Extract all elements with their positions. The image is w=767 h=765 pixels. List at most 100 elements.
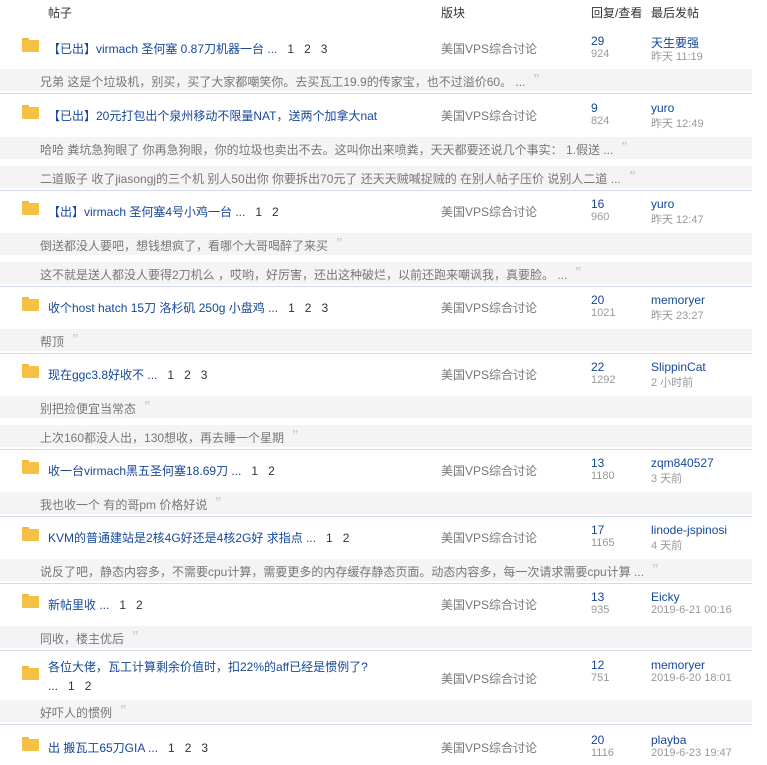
table-row: 【已出】virmach 圣何塞 0.87刀机器一台 ... 1 2 3 美国VPS综合讨…	[0, 34, 752, 64]
folder-icon	[22, 364, 39, 378]
quote-preview: 二道贩子 收了jiasongj的三个机 别人50出你 你要拆出70元了 还天天贼…	[0, 166, 752, 188]
page-link[interactable]: 2	[343, 531, 350, 545]
last-post-time[interactable]: 2019-6-20 18:01	[651, 672, 732, 684]
thread-title-link[interactable]: 【出】virmach 圣何塞4号小鸡一台 ...	[48, 205, 245, 219]
quote-text: 哈哈 粪坑急狗眼了 你再急狗眼，你的垃圾也卖出不去。这叫你出来喷粪，天天都要还说…	[40, 143, 614, 157]
page-link[interactable]: 3	[201, 741, 208, 755]
forum-name[interactable]: 美国VPS综合讨论	[441, 366, 537, 383]
page-link[interactable]: 2	[136, 598, 143, 612]
reply-count[interactable]: 22	[591, 360, 604, 374]
view-count: 1180	[591, 470, 615, 482]
table-row: 收一台virmach黑五圣何塞18.69刀 ... 1 2 美国VPS综合讨论 13 11…	[0, 456, 752, 486]
reply-count[interactable]: 29	[591, 34, 604, 48]
forum-name[interactable]: 美国VPS综合讨论	[441, 40, 537, 57]
page-link[interactable]: 2	[304, 42, 311, 56]
quote-close-icon: ”	[533, 71, 540, 86]
quote-close-icon: ”	[292, 427, 299, 442]
last-post-time[interactable]: 3 天前	[651, 470, 682, 486]
table-row: 新帖里收 ... 1 2 美国VPS综合讨论 13 935 Eicky 2019-6-21 0…	[0, 590, 752, 618]
quote-text: 帮顶	[40, 335, 65, 349]
last-post-time[interactable]: 2019-6-23 19:47	[651, 747, 732, 759]
quote-text: 说反了吧，静态内容多，不需要cpu计算，需要更多的内存缓存静态页面。动态内容多，…	[40, 565, 645, 579]
page-link[interactable]: 1	[287, 42, 294, 56]
last-poster[interactable]: memoryer	[651, 293, 705, 307]
row-divider	[0, 93, 752, 94]
quote-close-icon: ”	[144, 398, 151, 413]
folder-icon	[22, 201, 39, 215]
last-post-time[interactable]: 昨天 23:27	[651, 307, 704, 323]
reply-count[interactable]: 20	[591, 733, 604, 747]
page-link[interactable]: 2	[85, 679, 92, 693]
forum-name[interactable]: 美国VPS综合讨论	[441, 299, 537, 316]
page-link[interactable]: 1	[167, 368, 174, 382]
page-link[interactable]: 1	[255, 205, 262, 219]
last-poster[interactable]: SlippinCat	[651, 360, 706, 374]
page-link[interactable]: 2	[272, 205, 279, 219]
page-link[interactable]: 1	[326, 531, 333, 545]
page-link[interactable]: 1	[68, 679, 75, 693]
forum-name[interactable]: 美国VPS综合讨论	[441, 462, 537, 479]
quote-preview: 帮顶 ”	[0, 329, 752, 351]
forum-name[interactable]: 美国VPS综合讨论	[441, 107, 537, 124]
row-divider	[0, 516, 752, 517]
quote-close-icon: ”	[215, 494, 222, 509]
thread-title-link[interactable]: KVM的普通建站是2核4G好还是4核2G好 求指点 ...	[48, 531, 316, 545]
forum-name[interactable]: 美国VPS综合讨论	[441, 203, 537, 220]
row-divider	[0, 449, 752, 450]
thread-title-link[interactable]: 【已出】virmach 圣何塞 0.87刀机器一台 ...	[48, 42, 277, 56]
reply-count[interactable]: 16	[591, 197, 604, 211]
reply-count[interactable]: 12	[591, 658, 604, 672]
last-post-time[interactable]: 4 天前	[651, 537, 682, 553]
reply-count[interactable]: 9	[591, 101, 598, 115]
quote-text: 这不就是送人都没人要得2刀机么 ，哎哟，好厉害，还出这种破烂，以前还跑来嘲讽我，…	[40, 268, 568, 282]
thread-title-link[interactable]: 新帖里收 ...	[48, 598, 109, 612]
quote-preview: 同收，楼主优后 ”	[0, 626, 752, 648]
last-poster[interactable]: yuro	[651, 101, 674, 115]
thread-title-link[interactable]: 出 搬瓦工65刀GIA ...	[48, 741, 158, 755]
last-poster[interactable]: Eicky	[651, 590, 680, 604]
page-link[interactable]: 3	[201, 368, 208, 382]
last-poster[interactable]: playba	[651, 733, 686, 747]
page-link[interactable]: 2	[184, 368, 191, 382]
last-post-time[interactable]: 昨天 12:49	[651, 115, 704, 131]
last-post-time[interactable]: 2019-6-21 00:16	[651, 604, 732, 616]
last-poster[interactable]: linode-jspinosi	[651, 523, 727, 537]
view-count: 1165	[591, 537, 615, 549]
page-link[interactable]: 2	[305, 301, 312, 315]
last-post-time[interactable]: 昨天 12:47	[651, 211, 704, 227]
reply-count[interactable]: 20	[591, 293, 604, 307]
page-link[interactable]: 2	[268, 464, 275, 478]
folder-icon	[22, 460, 39, 474]
thread-title-link[interactable]: 收一台virmach黑五圣何塞18.69刀 ...	[48, 464, 241, 478]
forum-name[interactable]: 美国VPS综合讨论	[441, 596, 537, 613]
thread-title-link[interactable]: 各位大佬，瓦工计算剩余价值时，扣22%的aff已经是惯例了?	[48, 660, 368, 674]
page-link[interactable]: 2	[185, 741, 192, 755]
page-link[interactable]: 1	[251, 464, 258, 478]
reply-count[interactable]: 13	[591, 590, 604, 604]
page-link[interactable]: 1	[288, 301, 295, 315]
reply-count[interactable]: 17	[591, 523, 604, 537]
thread-title-link[interactable]: 收个host hatch 15刀 洛杉矶 250g 小盘鸡 ...	[48, 301, 278, 315]
page-link[interactable]: 3	[321, 42, 328, 56]
thread-title-link[interactable]: 现在ggc3.8好收不 ...	[48, 368, 157, 382]
view-count: 824	[591, 115, 610, 127]
last-post-time[interactable]: 昨天 11:19	[651, 48, 703, 64]
thread-title-link[interactable]: 【已出】20元打包出个泉州移动不限量NAT，送两个加拿大nat	[48, 109, 377, 123]
reply-count[interactable]: 13	[591, 456, 604, 470]
forum-name[interactable]: 美国VPS综合讨论	[441, 529, 537, 546]
page-link[interactable]: 3	[321, 301, 328, 315]
forum-name[interactable]: 美国VPS综合讨论	[441, 739, 537, 756]
row-divider	[0, 353, 752, 354]
quote-text: 我也收一个 有的哥pm 价格好说	[40, 498, 208, 512]
last-post-time[interactable]: 2 小时前	[651, 374, 693, 390]
forum-name[interactable]: 美国VPS综合讨论	[441, 670, 537, 687]
table-row: 现在ggc3.8好收不 ... 1 2 3 美国VPS综合讨论 22 1292 Slippin…	[0, 360, 752, 390]
last-poster[interactable]: memoryer	[651, 658, 705, 672]
last-poster[interactable]: yuro	[651, 197, 674, 211]
last-poster[interactable]: zqm840527	[651, 456, 714, 470]
page-link[interactable]: 1	[168, 741, 175, 755]
table-header: 帖子 版块 回复/查看 最后发帖	[0, 0, 767, 24]
quote-text: 兄弟 这是个垃圾机，别买，买了大家都嘲笑你。去买瓦工19.9的传家宝，也不过溢价…	[40, 75, 526, 89]
page-link[interactable]: 1	[119, 598, 126, 612]
row-divider	[0, 190, 752, 191]
